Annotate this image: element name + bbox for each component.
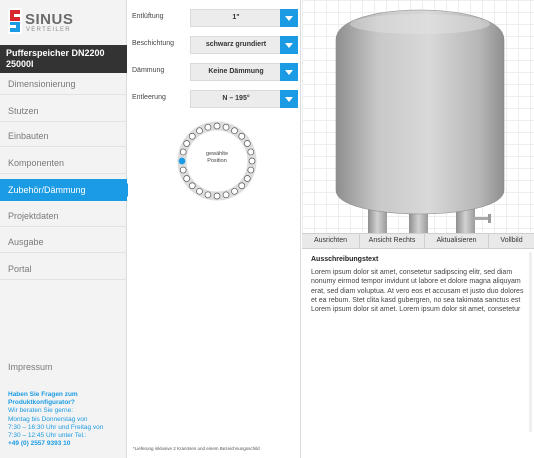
entlueftung-select[interactable]: 1" xyxy=(190,9,298,27)
nav-item-ausgabe[interactable]: Ausgabe xyxy=(0,231,127,253)
chevron-down-icon[interactable] xyxy=(280,9,298,27)
option-label: Entlüftung xyxy=(132,13,164,20)
nav-item-dimensionierung[interactable]: Dimensionierung xyxy=(0,73,127,95)
ausrichten-button[interactable]: Ausrichten xyxy=(302,234,360,248)
position-dot-selected[interactable] xyxy=(178,157,186,165)
help-question: Haben Sie Fragen zum Produktkonfigurator… xyxy=(8,391,78,407)
position-dot[interactable] xyxy=(222,191,230,199)
position-dot[interactable] xyxy=(222,123,230,131)
nav-item-komponenten[interactable]: Komponenten xyxy=(0,152,127,174)
impressum-link[interactable]: Impressum xyxy=(8,362,53,372)
spec-text: Lorem ipsum dolor sit amet, consetetur s… xyxy=(311,269,524,314)
position-dot[interactable] xyxy=(238,132,246,140)
position-dot[interactable] xyxy=(196,127,203,135)
nav-item-zubehoer-daemmung[interactable]: Zubehör/Dämmung xyxy=(0,179,134,201)
beschichtung-select[interactable]: schwarz grundiert xyxy=(190,36,298,54)
help-line-3: 7:30 – 16:30 Uhr und Freitag von xyxy=(8,423,104,431)
option-label: Beschichtung xyxy=(132,40,175,47)
product-title: Pufferspeicher DN2200 25000l xyxy=(0,45,127,73)
option-value: 1" xyxy=(232,14,240,21)
spec-title: Ausschreibungstext xyxy=(311,256,379,263)
position-dot[interactable] xyxy=(238,182,246,190)
sidebar: SINUS VERTEILER Pufferspeicher DN2200 25… xyxy=(0,0,134,458)
nav-item-einbauten[interactable]: Einbauten xyxy=(0,125,127,147)
help-box: Haben Sie Fragen zum Produktkonfigurator… xyxy=(8,391,123,448)
option-row-beschichtung: Beschichtung schwarz grundiert xyxy=(132,36,298,54)
help-phone[interactable]: +49 (0) 2557 9393 10 xyxy=(8,440,123,448)
help-line-1: Wir beraten Sie gerne: xyxy=(8,407,74,415)
aktualisieren-button[interactable]: Aktualisieren xyxy=(425,234,489,248)
help-line-4: 7:30 – 12:45 Uhr unter Tel.: xyxy=(8,432,87,440)
position-dot[interactable] xyxy=(204,191,212,199)
spec-scrollbar[interactable] xyxy=(529,252,532,432)
option-label: Dämmung xyxy=(132,67,165,74)
chevron-down-icon[interactable] xyxy=(280,63,298,81)
position-dot[interactable] xyxy=(188,182,196,190)
position-dot[interactable] xyxy=(231,127,238,135)
options-panel: Entlüftung 1" Beschichtung schwarz grund… xyxy=(128,0,301,458)
nav-item-stutzen[interactable]: Stutzen xyxy=(0,100,127,122)
tank-preview[interactable] xyxy=(302,0,534,233)
chevron-down-icon[interactable] xyxy=(280,36,298,54)
option-row-daemmung: Dämmung Keine Dämmung xyxy=(132,63,298,81)
position-dot[interactable] xyxy=(231,187,238,195)
option-row-entleerung: Entleerung N – 195° xyxy=(132,90,298,108)
position-dot[interactable] xyxy=(179,148,187,156)
position-dot[interactable] xyxy=(213,192,221,200)
daemmung-select[interactable]: Keine Dämmung xyxy=(190,63,298,81)
logo-wordmark: SINUS xyxy=(25,11,74,28)
preview-toolbar: Ausrichten Ansicht Rechts Aktualisieren … xyxy=(302,233,534,249)
nav-item-portal[interactable]: Portal xyxy=(0,258,127,280)
sinus-logo[interactable]: SINUS VERTEILER xyxy=(8,8,73,36)
tank-icon xyxy=(335,9,505,233)
position-dot[interactable] xyxy=(196,187,203,195)
position-dot[interactable] xyxy=(247,166,255,174)
logo-subline: VERTEILER xyxy=(26,27,71,33)
position-dot[interactable] xyxy=(188,132,196,140)
nav-item-projektdaten[interactable]: Projektdaten xyxy=(0,205,127,227)
help-line-2: Montag bis Donnerstag von xyxy=(8,415,88,423)
entleerung-select[interactable]: N – 195° xyxy=(190,90,298,108)
position-dot[interactable] xyxy=(248,157,256,165)
position-dot[interactable] xyxy=(247,148,255,156)
footnote: *Lieferung inklusive 2 Kranösen und eine… xyxy=(133,446,260,451)
position-dot[interactable] xyxy=(183,175,191,182)
option-row-entlueftung: Entlüftung 1" xyxy=(132,9,298,27)
position-dot[interactable] xyxy=(243,140,251,147)
ansicht-rechts-button[interactable]: Ansicht Rechts xyxy=(360,234,425,248)
option-value: N – 195° xyxy=(222,95,250,102)
position-dot[interactable] xyxy=(183,140,191,147)
position-dot[interactable] xyxy=(179,166,187,174)
option-value: schwarz grundiert xyxy=(205,41,267,48)
position-center-label: gewählte Position xyxy=(205,151,229,164)
position-dot[interactable] xyxy=(204,123,212,131)
spec-panel: Ausschreibungstext Lorem ipsum dolor sit… xyxy=(302,250,534,458)
position-dot[interactable] xyxy=(213,122,221,130)
position-dot[interactable] xyxy=(243,175,251,182)
option-label: Entleerung xyxy=(132,94,166,101)
chevron-down-icon[interactable] xyxy=(280,90,298,108)
option-value: Keine Dämmung xyxy=(208,68,264,75)
vollbild-button[interactable]: Vollbild xyxy=(489,234,534,248)
sinus-logo-icon xyxy=(8,8,22,34)
